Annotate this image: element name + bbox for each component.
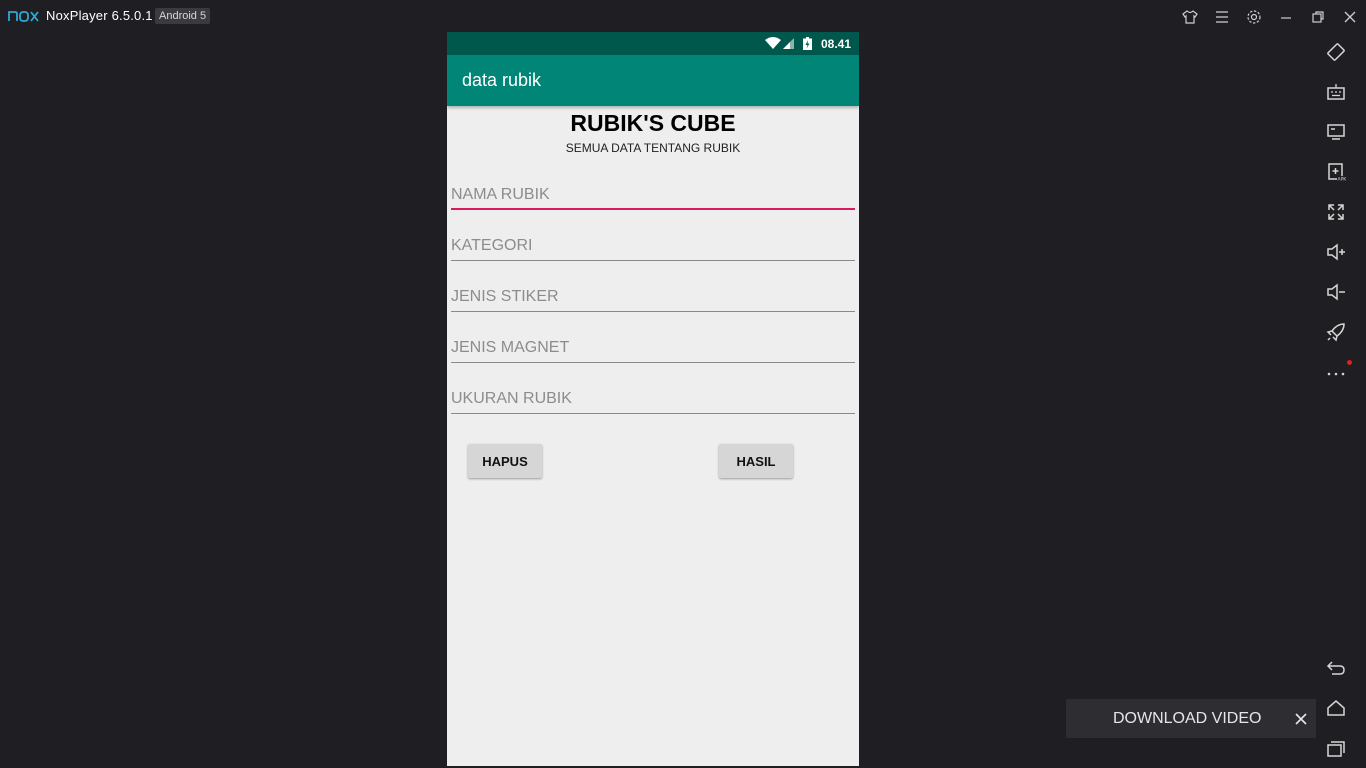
close-icon[interactable] xyxy=(1341,8,1359,26)
toast-close-icon[interactable] xyxy=(1292,710,1310,728)
notification-dot xyxy=(1347,360,1352,365)
minimize-icon[interactable] xyxy=(1277,8,1295,26)
restore-icon[interactable] xyxy=(1309,8,1327,26)
settings-icon[interactable] xyxy=(1245,8,1263,26)
field-placeholder: JENIS STIKER xyxy=(451,288,559,305)
rocket-icon[interactable] xyxy=(1323,319,1349,345)
apk-install-icon[interactable]: APK xyxy=(1323,159,1349,185)
skin-icon[interactable] xyxy=(1181,8,1199,26)
kategori-field[interactable]: KATEGORI xyxy=(451,231,855,261)
volume-down-icon[interactable] xyxy=(1323,279,1349,305)
ukuran-rubik-field[interactable]: UKURAN RUBIK xyxy=(451,384,855,414)
keyboard-icon[interactable] xyxy=(1323,79,1349,105)
rotate-icon[interactable] xyxy=(1323,39,1349,65)
svg-text:APK: APK xyxy=(1338,177,1347,183)
back-icon[interactable] xyxy=(1323,655,1349,681)
home-icon[interactable] xyxy=(1323,695,1349,721)
app-bar: data rubik xyxy=(447,55,859,106)
volume-up-icon[interactable] xyxy=(1323,239,1349,265)
field-placeholder: UKURAN RUBIK xyxy=(451,390,572,407)
nama-rubik-field[interactable]: NAMA RUBIK xyxy=(451,180,855,210)
android-screen: 08.41 data rubik RUBIK'S CUBE SEMUA DATA… xyxy=(447,32,859,766)
page-heading: RUBIK'S CUBE xyxy=(570,110,736,136)
page-subheading: SEMUA DATA TENTANG RUBIK xyxy=(565,141,741,155)
recents-icon[interactable] xyxy=(1323,735,1349,761)
nox-logo xyxy=(8,8,40,29)
menu-icon[interactable] xyxy=(1213,8,1231,26)
emulator-titlebar: NoxPlayer 6.5.0.1 Android 5 xyxy=(0,0,1366,32)
android-version-badge: Android 5 xyxy=(155,8,211,24)
field-placeholder: KATEGORI xyxy=(451,237,533,254)
more-icon[interactable] xyxy=(1323,358,1349,384)
app-bar-title: data rubik xyxy=(462,70,542,90)
status-time: 08.41 xyxy=(820,37,851,51)
jenis-magnet-field[interactable]: JENIS MAGNET xyxy=(451,333,855,363)
hasil-button[interactable]: HASIL xyxy=(719,444,793,478)
battery-charging-icon xyxy=(803,37,812,55)
screen-icon[interactable] xyxy=(1323,119,1349,145)
app-title: NoxPlayer 6.5.0.1 xyxy=(46,8,153,23)
signal-icon xyxy=(782,37,795,55)
wifi-icon xyxy=(765,37,781,55)
download-video-toast[interactable]: DOWNLOAD VIDEO xyxy=(1066,699,1316,738)
hapus-button[interactable]: HAPUS xyxy=(468,444,542,478)
fullscreen-icon[interactable] xyxy=(1323,199,1349,225)
field-placeholder: JENIS MAGNET xyxy=(451,339,570,356)
field-placeholder: NAMA RUBIK xyxy=(451,186,550,203)
jenis-stiker-field[interactable]: JENIS STIKER xyxy=(451,282,855,312)
download-video-label[interactable]: DOWNLOAD VIDEO xyxy=(1113,710,1261,728)
status-bar: 08.41 xyxy=(447,32,859,55)
